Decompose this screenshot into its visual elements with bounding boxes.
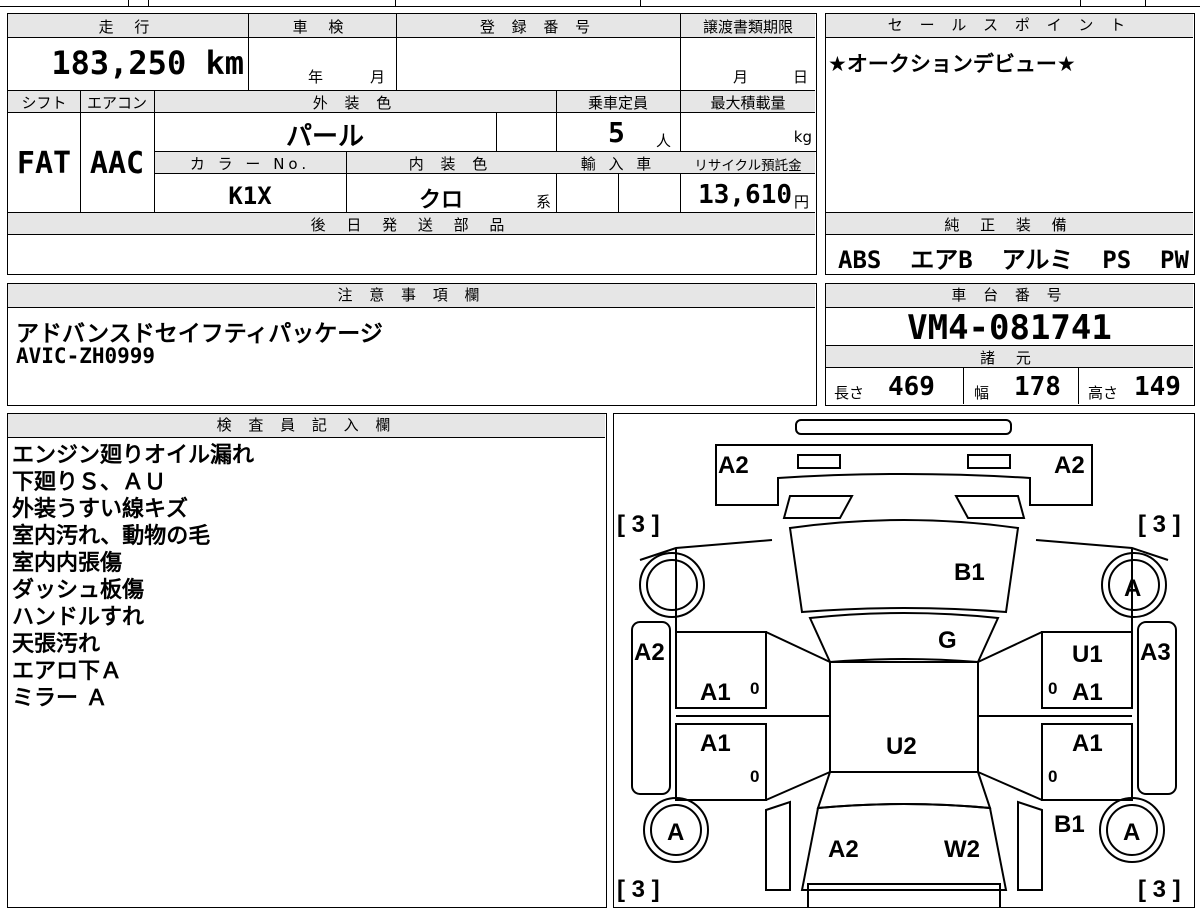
mark-right-fender: A3 xyxy=(1140,639,1171,666)
shaken-year: 年 xyxy=(308,68,324,86)
height-value: 149 xyxy=(1134,372,1181,402)
ac-value: AAC xyxy=(89,146,145,181)
later-parts-header: 後 日 発 送 部 品 xyxy=(310,216,513,234)
length-value: 469 xyxy=(888,372,935,402)
mark-bracket-tl: [ 3 ] xyxy=(617,511,660,538)
shift-value: FAT xyxy=(16,146,72,181)
inspector-header: 検 査 員 記 入 欄 xyxy=(8,414,605,438)
mark-trunk-right: W2 xyxy=(944,836,980,863)
sales-point-header: セ ー ル ス ポ イ ン ト xyxy=(826,14,1193,38)
mark-right-front-door-u1: U1 xyxy=(1072,641,1103,668)
max-load-unit: kg xyxy=(793,128,812,146)
inspector-line: 室内汚れ、動物の毛 xyxy=(12,524,211,549)
mark-left-front-door: A1 xyxy=(700,679,731,706)
inspector-line: ダッシュ板傷 xyxy=(12,578,145,603)
inspector-line: ハンドルすれ xyxy=(12,605,145,630)
inspector-line: 天張汚れ xyxy=(12,632,101,657)
sales-point-text: ★オークションデビュー★ xyxy=(828,52,1076,76)
exterior-color-header: 外 装 色 xyxy=(312,94,398,112)
shaken-header: 車 検 xyxy=(292,18,352,36)
ac-header: エアコン xyxy=(86,94,147,112)
top-cutoff-strip xyxy=(0,0,1200,8)
chassis-box: 車 台 番 号 VM4-081741 諸 元 長さ 469 幅 178 高さ 1… xyxy=(825,283,1195,406)
mark-bracket-bl: [ 3 ] xyxy=(617,876,660,903)
notes-box: 注 意 事 項 欄 アドバンスドセイフティパッケージ AVIC-ZH0999 xyxy=(7,283,817,406)
sales-point-box: セ ー ル ス ポ イ ン ト ★オークションデビュー★ 純 正 装 備 ABS… xyxy=(825,13,1195,275)
inspector-line: 下廻りＳ、ＡＵ xyxy=(12,470,167,495)
notes-header: 注 意 事 項 欄 xyxy=(8,284,815,308)
mark-right-rear-wheel: A xyxy=(1123,819,1140,846)
recycle-unit: 円 xyxy=(794,193,810,211)
transfer-month: 月 xyxy=(733,68,749,86)
specs-header: 諸 元 xyxy=(980,349,1039,367)
mark-zero-rf: 0 xyxy=(1048,679,1057,698)
mark-right-rear-door: A1 xyxy=(1072,730,1103,757)
capacity-header: 乗車定員 xyxy=(587,94,648,112)
transfer-day: 日 xyxy=(793,68,809,86)
recycle-header: リサイクル預託金 xyxy=(694,158,802,174)
inspector-box: 検 査 員 記 入 欄 エンジン廻りオイル漏れ 下廻りＳ、ＡＵ 外装うすい線キズ… xyxy=(7,413,607,908)
color-no-header: カ ラ ー No. xyxy=(189,155,311,173)
mark-front-left-a2: A2 xyxy=(718,452,749,479)
mark-zero-rr: 0 xyxy=(1048,767,1057,786)
inspector-line: ミラー Ａ xyxy=(12,686,108,711)
damage-diagram-box: A2 A2 [ 3 ] [ 3 ] [ 3 ] [ 3 ] B1 A G A2 … xyxy=(613,413,1195,908)
mark-trunk-left: A2 xyxy=(828,836,859,863)
inspector-line: エンジン廻りオイル漏れ xyxy=(12,443,255,468)
mark-windshield: G xyxy=(938,627,957,654)
mark-left-fender: A2 xyxy=(634,639,665,666)
inspector-line: 室内内張傷 xyxy=(12,551,123,576)
transfer-deadline-header: 譲渡書類期限 xyxy=(702,18,793,36)
max-load-header: 最大積載量 xyxy=(710,94,786,112)
mileage-header: 走 行 xyxy=(98,18,158,36)
mark-bracket-tr: [ 3 ] xyxy=(1138,511,1181,538)
registration-header: 登 録 番 号 xyxy=(479,18,597,36)
interior-color-value: クロ xyxy=(418,188,463,213)
width-value: 178 xyxy=(1014,372,1061,402)
mark-hood: B1 xyxy=(954,559,985,586)
mark-zero-lr: 0 xyxy=(750,767,759,786)
mark-left-rear-wheel: A xyxy=(667,819,684,846)
inspector-line: エアロ下Ａ xyxy=(12,659,123,684)
interior-suffix: 系 xyxy=(536,193,552,211)
shaken-month: 月 xyxy=(370,68,386,86)
mark-right-rear-quarter: B1 xyxy=(1054,811,1085,838)
mark-roof: U2 xyxy=(886,733,917,760)
notes-line-2: AVIC-ZH0999 xyxy=(16,344,156,368)
height-label: 高さ xyxy=(1088,384,1119,402)
mark-front-right-wheel: A xyxy=(1124,575,1141,602)
capacity-unit: 人 xyxy=(656,132,672,150)
import-header: 輸 入 車 xyxy=(580,155,656,173)
length-label: 長さ xyxy=(834,384,865,402)
mark-right-front-door: A1 xyxy=(1072,679,1103,706)
equipment-header: 純 正 装 備 xyxy=(944,216,1075,234)
shift-header: シフト xyxy=(21,94,67,112)
width-label: 幅 xyxy=(974,384,990,402)
recycle-value: 13,610 xyxy=(698,180,792,210)
capacity-value: 5 xyxy=(608,116,625,149)
mark-left-rear-door: A1 xyxy=(700,730,731,757)
chassis-number: VM4-081741 xyxy=(907,308,1112,348)
equipment-text: ABS エアB アルミ PS PW xyxy=(838,246,1189,274)
color-no-value: K1X xyxy=(228,182,272,210)
mark-bracket-br: [ 3 ] xyxy=(1138,876,1181,903)
mark-front-right-a2: A2 xyxy=(1054,452,1085,479)
notes-line-1: アドバンスドセイフティパッケージ xyxy=(16,321,383,347)
vehicle-info-table: 走 行 車 検 登 録 番 号 譲渡書類期限 183,250 km 年 月 月 … xyxy=(7,13,817,275)
interior-color-header: 内 装 色 xyxy=(408,155,494,173)
chassis-header: 車 台 番 号 xyxy=(826,284,1193,308)
mileage-value: 183,250 km xyxy=(51,44,244,82)
inspector-line: 外装うすい線キズ xyxy=(12,497,189,522)
car-body-diagram: A2 A2 [ 3 ] [ 3 ] [ 3 ] [ 3 ] B1 A G A2 … xyxy=(617,418,1181,907)
mark-zero-lf: 0 xyxy=(750,679,759,698)
exterior-color-value: パール xyxy=(285,122,364,152)
